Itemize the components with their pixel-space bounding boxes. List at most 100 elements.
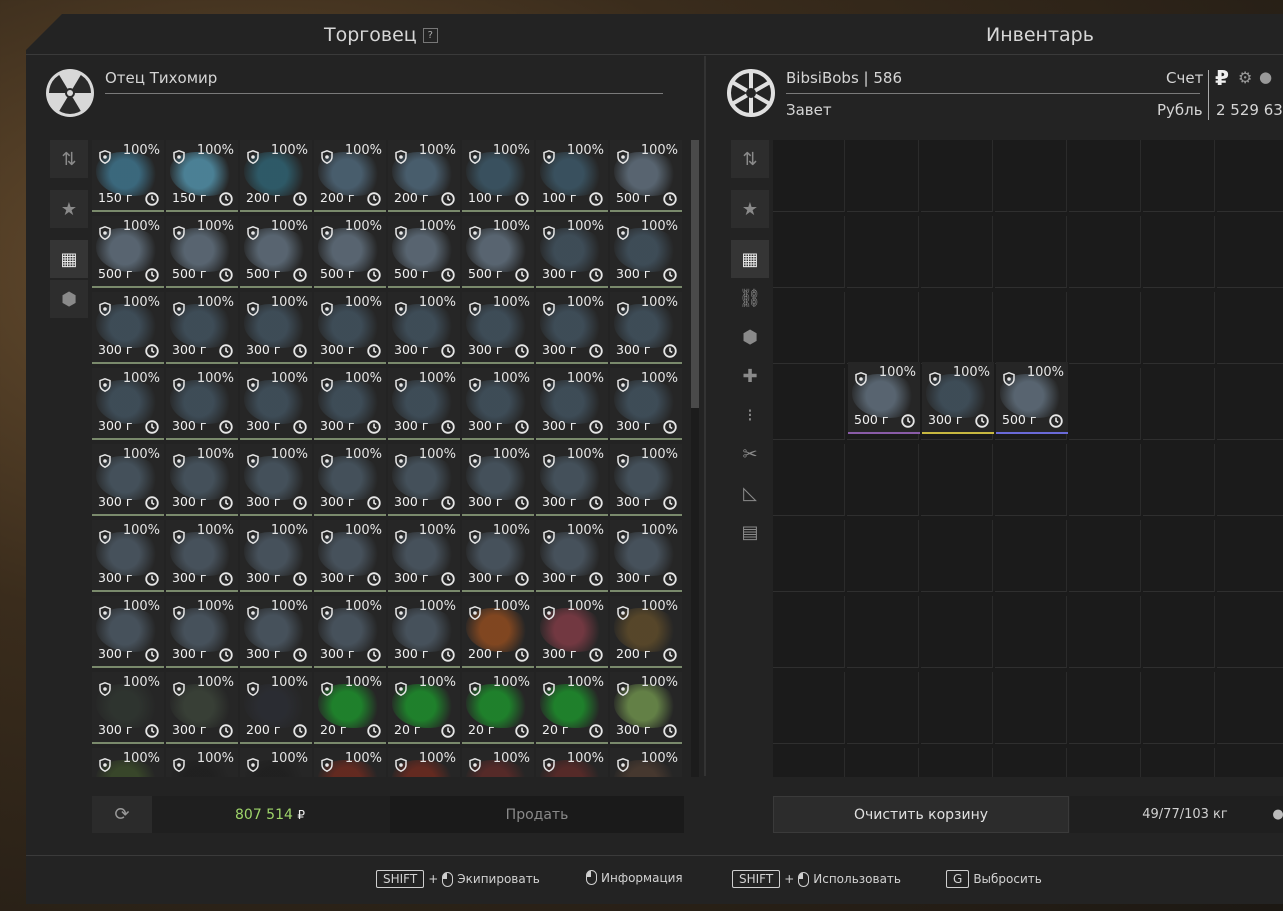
empty-slot[interactable] xyxy=(1143,672,1215,744)
empty-slot[interactable] xyxy=(921,444,993,516)
item-slot[interactable]: 100% 500 г xyxy=(610,140,682,212)
item-slot[interactable]: 100% 300 г xyxy=(388,292,460,364)
item-slot[interactable]: 100% 300 г xyxy=(92,672,164,744)
empty-slot[interactable] xyxy=(773,748,845,777)
item-slot[interactable]: 100% xyxy=(610,748,682,777)
empty-slot[interactable] xyxy=(1217,444,1283,516)
empty-slot[interactable] xyxy=(995,140,1067,212)
empty-slot[interactable] xyxy=(1069,672,1141,744)
help-button[interactable]: ? xyxy=(422,28,438,43)
empty-slot[interactable] xyxy=(847,444,919,516)
item-slot[interactable]: 100% 100 г xyxy=(536,140,608,212)
grid-view-icon[interactable]: ▦ xyxy=(50,240,88,278)
blueprint-icon[interactable]: ◺ xyxy=(731,474,769,512)
item-slot[interactable]: 100% 20 г xyxy=(536,672,608,744)
item-slot[interactable]: 100% 300 г xyxy=(536,596,608,668)
item-slot[interactable]: 100% 300 г xyxy=(388,444,460,516)
tools-icon[interactable]: ✂ xyxy=(731,435,769,473)
empty-slot[interactable] xyxy=(1069,140,1141,212)
favorites-star-icon[interactable]: ★ xyxy=(50,190,88,228)
item-slot[interactable]: 100% 300 г xyxy=(610,444,682,516)
item-slot[interactable]: 100% 300 г xyxy=(92,596,164,668)
empty-slot[interactable] xyxy=(773,596,845,668)
empty-slot[interactable] xyxy=(995,444,1067,516)
empty-slot[interactable] xyxy=(1143,292,1215,364)
empty-slot[interactable] xyxy=(995,596,1067,668)
gear-icon[interactable]: ⚙ xyxy=(1238,68,1252,87)
item-slot[interactable]: 100% 300 г xyxy=(536,292,608,364)
artifact-category-icon[interactable]: ⬢ xyxy=(731,318,769,356)
refresh-currency-icon[interactable]: ⟳ xyxy=(92,796,152,833)
item-slot[interactable]: 100% 300 г xyxy=(536,444,608,516)
empty-slot[interactable] xyxy=(1143,140,1215,212)
item-slot[interactable]: 100% 500 г xyxy=(92,216,164,288)
empty-slot[interactable] xyxy=(995,216,1067,288)
item-slot[interactable]: 100% 500 г xyxy=(848,362,920,434)
empty-slot[interactable] xyxy=(921,520,993,592)
empty-slot[interactable] xyxy=(773,292,845,364)
item-slot[interactable]: 100% 300 г xyxy=(536,520,608,592)
item-slot[interactable]: 100% 300 г xyxy=(610,520,682,592)
item-slot[interactable]: 100% 200 г xyxy=(240,672,312,744)
item-slot[interactable]: 100% 300 г xyxy=(388,368,460,440)
empty-slot[interactable] xyxy=(1217,596,1283,668)
empty-slot[interactable] xyxy=(1069,292,1141,364)
chain-icon[interactable]: ⛓ xyxy=(731,279,769,317)
empty-slot[interactable] xyxy=(847,216,919,288)
empty-slot[interactable] xyxy=(1069,596,1141,668)
item-slot[interactable]: 100% 300 г xyxy=(314,520,386,592)
empty-slot[interactable] xyxy=(1217,140,1283,212)
item-slot[interactable]: 100% xyxy=(462,748,534,777)
item-slot[interactable]: 100% 20 г xyxy=(388,672,460,744)
empty-slot[interactable] xyxy=(921,748,993,777)
empty-slot[interactable] xyxy=(773,444,845,516)
empty-slot[interactable] xyxy=(773,216,845,288)
empty-slot[interactable] xyxy=(921,216,993,288)
item-slot[interactable]: 100% 300 г xyxy=(166,520,238,592)
empty-slot[interactable] xyxy=(1143,444,1215,516)
item-slot[interactable]: 100% 300 г xyxy=(92,520,164,592)
empty-slot[interactable] xyxy=(1217,520,1283,592)
item-slot[interactable]: 100% 300 г xyxy=(610,292,682,364)
empty-slot[interactable] xyxy=(847,748,919,777)
item-slot[interactable]: 100% 300 г xyxy=(240,444,312,516)
empty-slot[interactable] xyxy=(847,520,919,592)
item-slot[interactable]: 100% 300 г xyxy=(462,292,534,364)
item-slot[interactable]: 100% 300 г xyxy=(314,596,386,668)
item-slot[interactable]: 100% 300 г xyxy=(240,520,312,592)
item-slot[interactable]: 100% 300 г xyxy=(462,444,534,516)
empty-slot[interactable] xyxy=(995,748,1067,777)
grid-view-icon[interactable]: ▦ xyxy=(731,240,769,278)
item-slot[interactable]: 100% 300 г xyxy=(166,292,238,364)
sort-icon[interactable]: ⇅ xyxy=(50,140,88,178)
item-slot[interactable]: 100% 300 г xyxy=(610,672,682,744)
item-slot[interactable]: 100% 300 г xyxy=(536,216,608,288)
empty-slot[interactable] xyxy=(1217,216,1283,288)
empty-slot[interactable] xyxy=(1143,596,1215,668)
favorites-star-icon[interactable]: ★ xyxy=(731,190,769,228)
empty-slot[interactable] xyxy=(921,672,993,744)
link-icon[interactable]: ● xyxy=(1259,68,1272,86)
item-slot[interactable]: 100% 150 г xyxy=(92,140,164,212)
item-slot[interactable]: 100% 300 г xyxy=(92,444,164,516)
empty-slot[interactable] xyxy=(847,672,919,744)
item-slot[interactable]: 100% 300 г xyxy=(240,596,312,668)
empty-slot[interactable] xyxy=(1143,748,1215,777)
empty-slot[interactable] xyxy=(921,140,993,212)
item-slot[interactable]: 100% xyxy=(166,748,238,777)
empty-slot[interactable] xyxy=(1069,748,1141,777)
item-slot[interactable]: 100% 300 г xyxy=(166,596,238,668)
item-slot[interactable]: 100% 300 г xyxy=(536,368,608,440)
item-slot[interactable]: 100% 300 г xyxy=(166,444,238,516)
item-slot[interactable]: 100% 500 г xyxy=(166,216,238,288)
item-slot[interactable]: 100% xyxy=(314,748,386,777)
empty-slot[interactable] xyxy=(1143,216,1215,288)
item-slot[interactable]: 100% 200 г xyxy=(610,596,682,668)
sort-icon[interactable]: ⇅ xyxy=(731,140,769,178)
ruble-icon[interactable]: ₽ xyxy=(1215,66,1229,90)
empty-slot[interactable] xyxy=(847,140,919,212)
item-slot[interactable]: 100% xyxy=(240,748,312,777)
clear-cart-button[interactable]: Очистить корзину xyxy=(773,796,1069,833)
item-slot[interactable]: 100% 300 г xyxy=(314,368,386,440)
item-slot[interactable]: 100% xyxy=(388,748,460,777)
